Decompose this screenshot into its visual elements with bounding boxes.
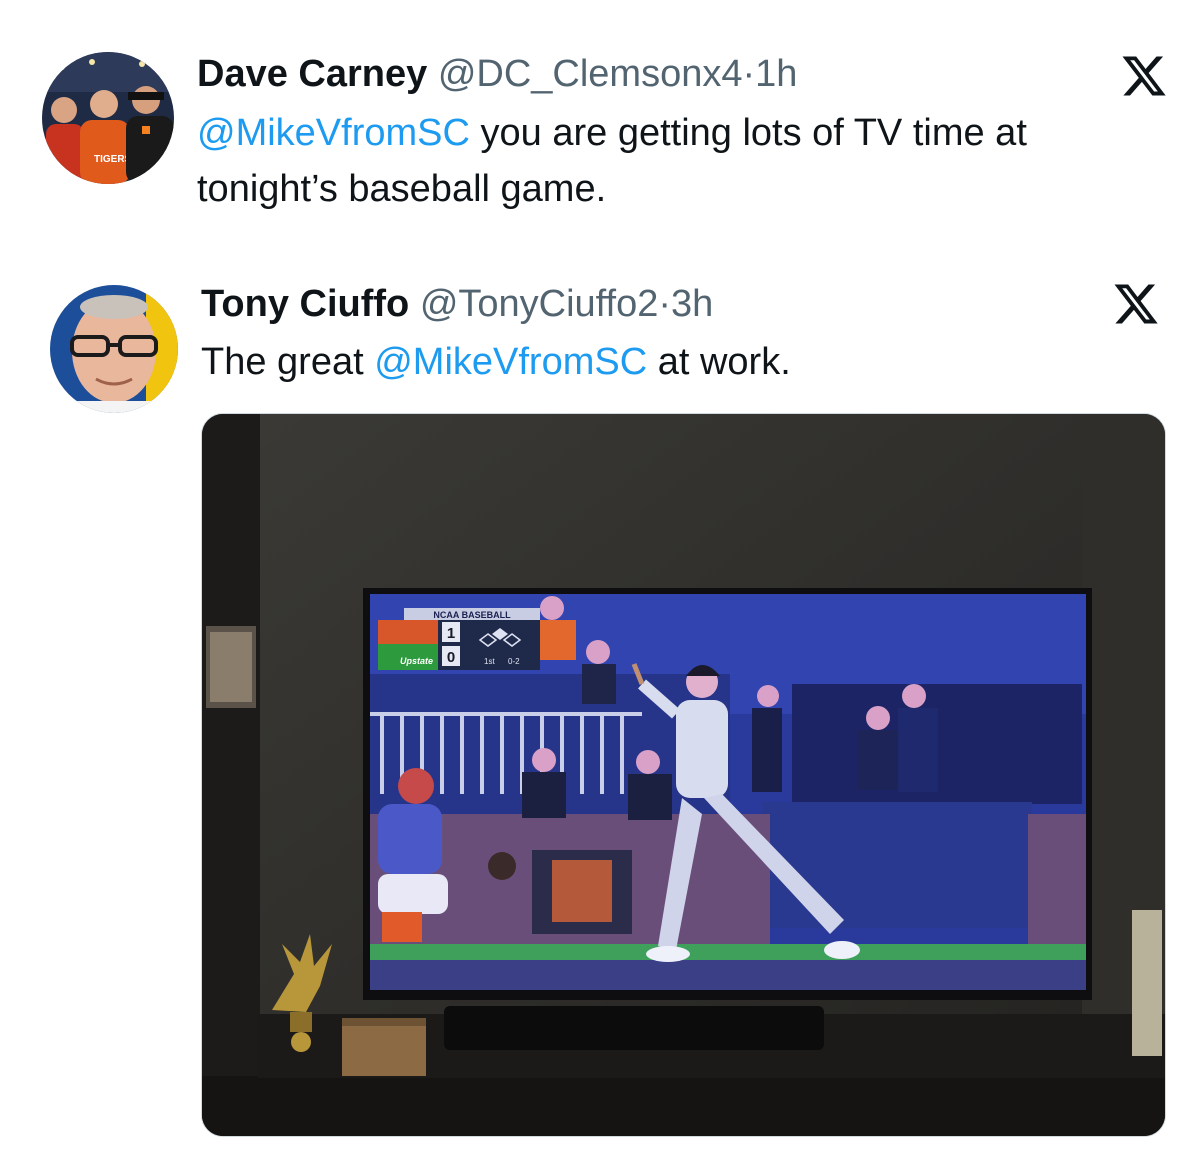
mention-link[interactable]: @MikeVfromSC [374, 341, 647, 383]
tweet-tony-ciuffo[interactable]: Tony Ciuffo @TonyCiuffo2·3h The great @M… [0, 0, 1200, 1175]
avatar[interactable] [50, 285, 178, 413]
tweet-media-photo[interactable]: NCAA BASEBALL 1 0 Upstate 1st 0-2 [201, 413, 1166, 1137]
scoreboard-count: 0-2 [508, 657, 520, 666]
timestamp[interactable]: 3h [671, 283, 713, 325]
scoreboard-top-score: 1 [447, 625, 455, 642]
author-name[interactable]: Tony Ciuffo [201, 283, 409, 325]
scoreboard-league: NCAA BASEBALL [433, 610, 511, 620]
tweet-header: Tony Ciuffo @TonyCiuffo2·3h [201, 282, 713, 326]
tweet-text: The great @MikeVfromSC at work. [201, 334, 1161, 390]
man-with-glasses-avatar-icon [50, 285, 178, 413]
tv-baseball-photo-icon: NCAA BASEBALL 1 0 Upstate 1st 0-2 [202, 414, 1165, 1136]
scoreboard-bottom-team: Upstate [400, 656, 433, 666]
separator-dot: · [658, 283, 672, 325]
tweet-text-suffix: at work. [647, 341, 791, 383]
author-handle[interactable]: @TonyCiuffo2 [420, 283, 659, 325]
scoreboard-bottom-score: 0 [447, 649, 455, 666]
scoreboard-inning: 1st [484, 657, 495, 666]
tweet-text-prefix: The great [201, 341, 375, 383]
x-logo-icon[interactable] [1112, 280, 1160, 328]
